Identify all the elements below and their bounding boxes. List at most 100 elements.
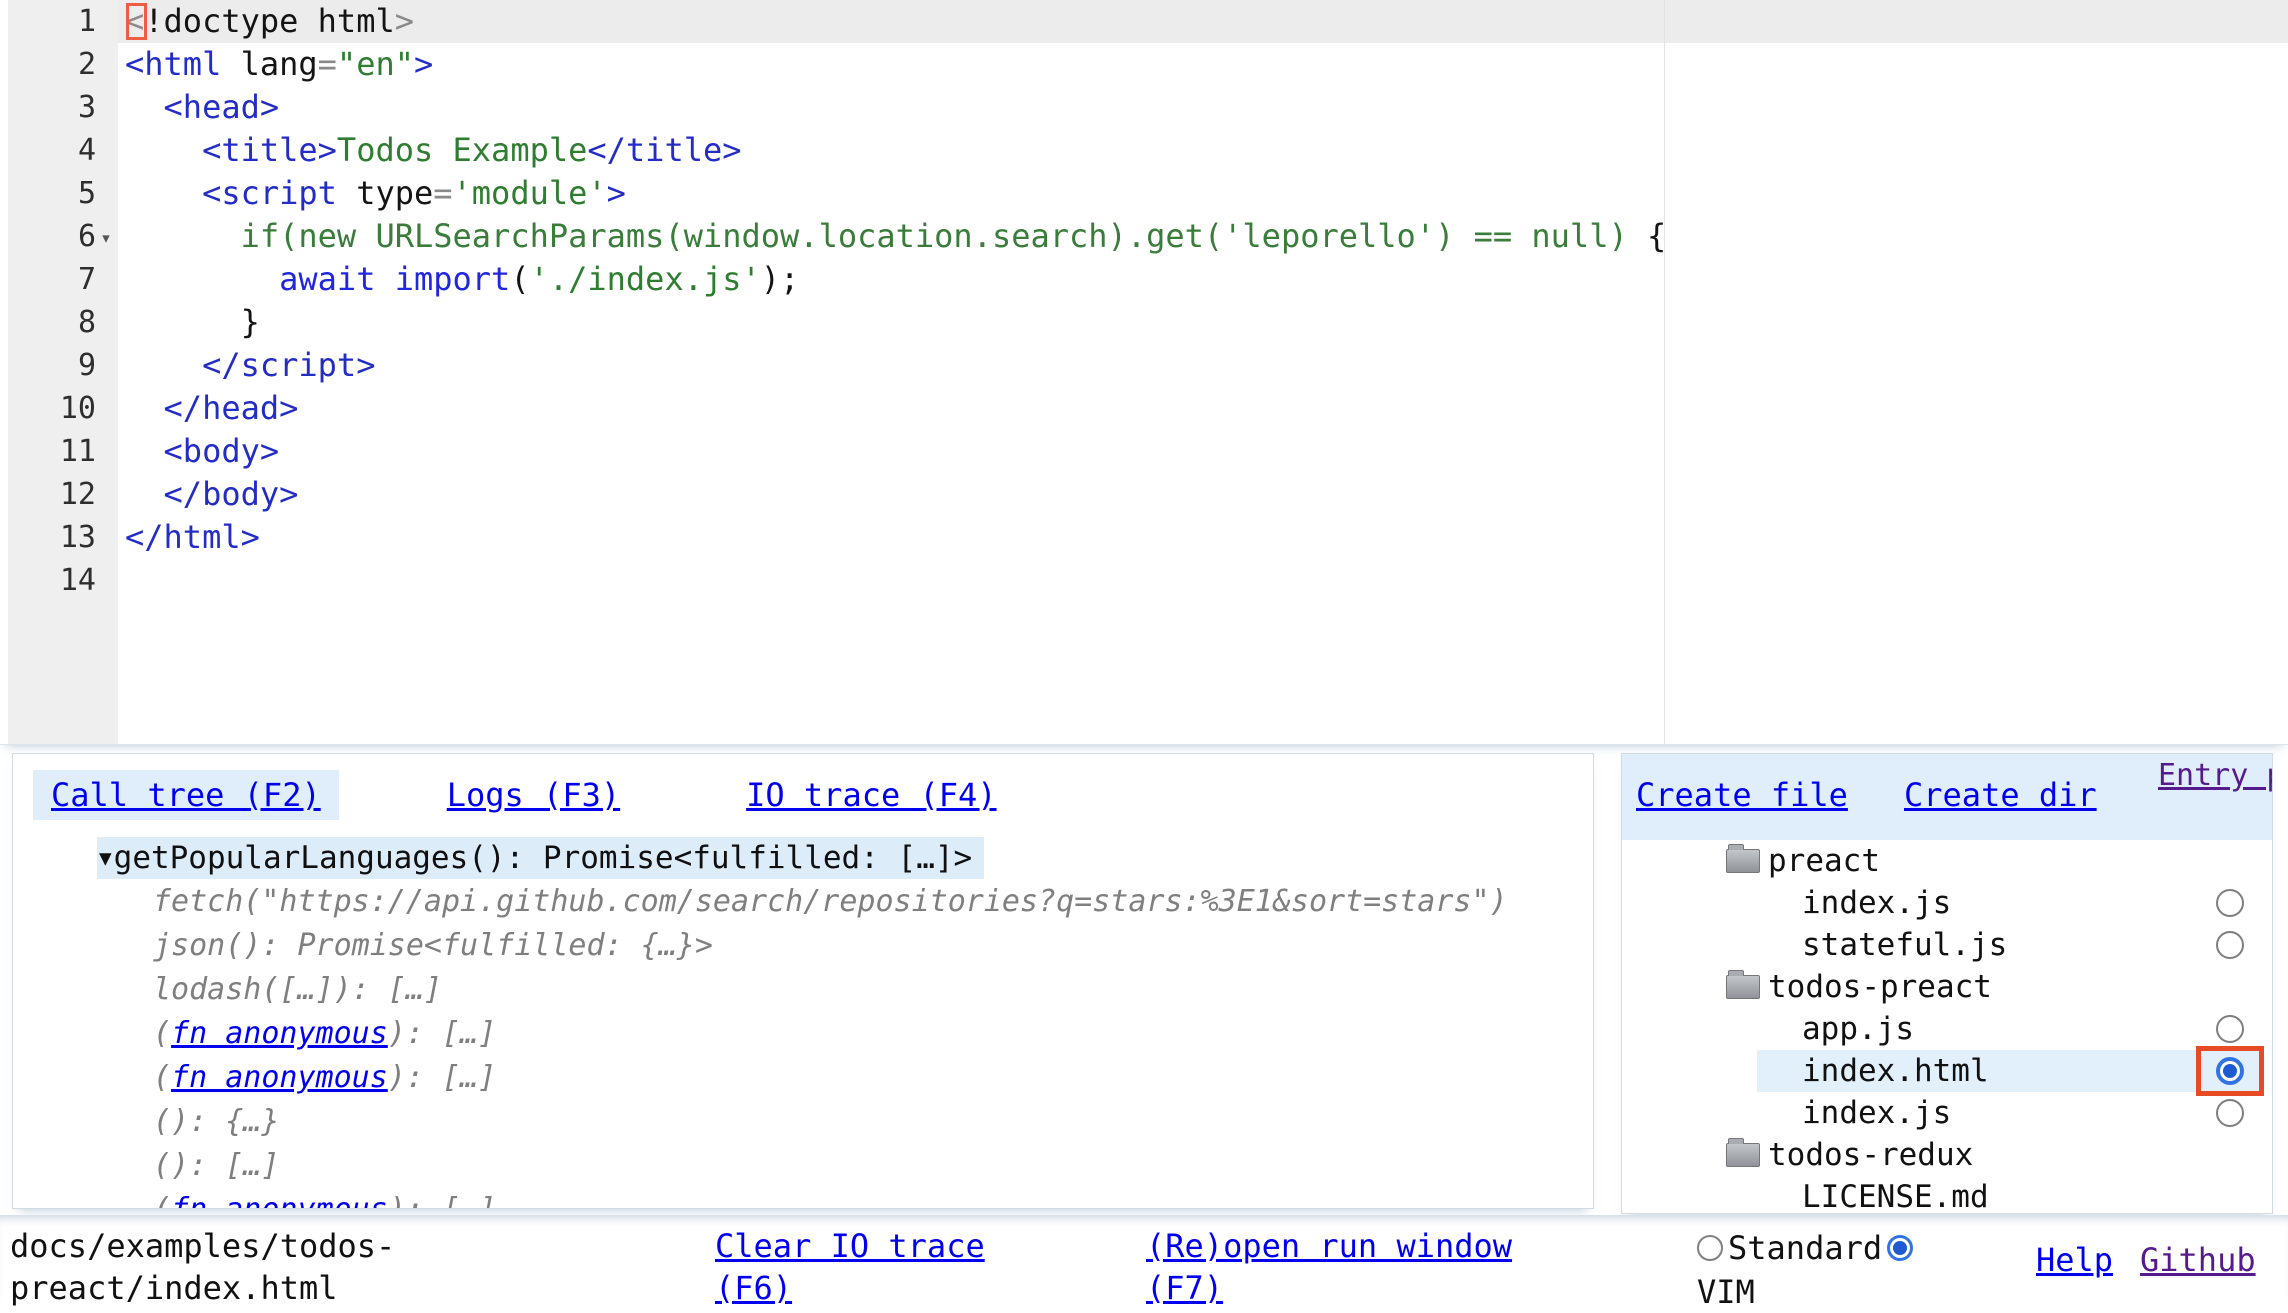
code-text: <script type='module'> — [116, 172, 626, 215]
calltree-panel: Call tree (F2) Logs (F3) IO trace (F4) ▼ge… — [12, 753, 1594, 1209]
folder-icon — [1726, 975, 1760, 999]
calltree-fn-anonymous-link[interactable]: fn anonymous — [171, 1060, 388, 1095]
code-text: if(new URLSearchParams(window.location.s… — [116, 215, 1666, 258]
fold-gutter — [96, 516, 116, 559]
line-number: 11 — [8, 430, 96, 473]
code-line: 6▾ if(new URLSearchParams(window.locatio… — [8, 215, 2288, 258]
code-line: 4 <title>Todos Example</title> — [8, 129, 2288, 172]
code-text: <body> — [116, 430, 279, 473]
file-name-label: todos-redux — [1768, 1137, 1973, 1173]
fold-gutter — [96, 129, 116, 172]
standard-mode-label: Standard — [1728, 1227, 1882, 1269]
create-dir-link[interactable]: Create dir — [1904, 776, 2097, 814]
vim-mode-radio[interactable] — [1887, 1235, 1913, 1261]
code-line: 10 </head> — [8, 387, 2288, 430]
calltree-row[interactable]: (fn anonymous): […] — [13, 1188, 1593, 1209]
entry-point-radio[interactable] — [2216, 931, 2244, 959]
calltree-row[interactable]: (): {…} — [13, 1100, 1593, 1144]
calltree-row[interactable]: ▼getPopularLanguages(): Promise<fulfille… — [13, 836, 1593, 880]
github-link[interactable]: Github — [2140, 1239, 2256, 1281]
calltree-row[interactable]: (): […] — [13, 1144, 1593, 1188]
reopen-run-window-link[interactable]: (Re)open run window (F7) — [1146, 1225, 1538, 1309]
calltree-root-call: getPopularLanguages(): Promise<fulfilled… — [114, 840, 973, 876]
calltree-row[interactable]: json(): Promise<fulfilled: {…}> — [13, 924, 1593, 968]
file-name-label: index.js — [1802, 885, 1951, 921]
code-line: 7 await import('./index.js'); — [8, 258, 2288, 301]
code-line: 12 </body> — [8, 473, 2288, 516]
calltree-row[interactable]: (fn anonymous): […] — [13, 1012, 1593, 1056]
file-tree-file-row[interactable]: index.js — [1622, 882, 2272, 924]
code-editor[interactable]: 1 <!doctype html>2<html lang="en">3 <head… — [0, 0, 2288, 745]
file-tree-dir-row[interactable]: todos-preact — [1622, 966, 2272, 1008]
calltree-rows: ▼getPopularLanguages(): Promise<fulfille… — [13, 836, 1593, 1209]
code-line: 2<html lang="en"> — [8, 43, 2288, 86]
code-text: <title>Todos Example</title> — [116, 129, 742, 172]
tab-io-trace-f4[interactable]: IO trace (F4) — [728, 770, 1014, 820]
tab-call-tree-f2[interactable]: Call tree (F2) — [33, 770, 339, 820]
fold-gutter — [96, 344, 116, 387]
standard-mode-radio[interactable] — [1697, 1235, 1723, 1261]
file-tree-panel: Create file Create dir Entry point preac… — [1621, 753, 2273, 1214]
calltree-fn-anonymous-link[interactable]: fn anonymous — [171, 1016, 388, 1051]
file-tree-file-row[interactable]: stateful.js — [1622, 924, 2272, 966]
code-text: <html lang="en"> — [116, 43, 433, 86]
status-bar: docs/examples/todos-preact/index.html Cl… — [0, 1215, 2288, 1302]
code-text: await import('./index.js'); — [116, 258, 799, 301]
fold-gutter — [96, 473, 116, 516]
code-text — [116, 559, 125, 602]
fold-gutter — [96, 430, 116, 473]
entry-point-focus-ring — [2196, 1046, 2264, 1096]
code-text: </head> — [116, 387, 298, 430]
calltree-row[interactable]: lodash([…]): […] — [13, 968, 1593, 1012]
expander-triangle-icon[interactable]: ▼ — [99, 846, 112, 870]
code-line: 1 <!doctype html> — [8, 0, 2288, 43]
help-link[interactable]: Help — [2036, 1239, 2113, 1281]
keyboard-mode-switch: Standard VIM — [1697, 1227, 1947, 1313]
file-panel-header: Create file Create dir Entry point — [1622, 754, 2272, 840]
file-tree-dir-row[interactable]: preact — [1622, 840, 2272, 882]
code-line: 13</html> — [8, 516, 2288, 559]
entry-point-radio[interactable] — [2216, 889, 2244, 917]
file-name-label: preact — [1768, 843, 1880, 879]
line-number: 5 — [8, 172, 96, 215]
code-text: <head> — [116, 86, 279, 129]
file-name-label: LICENSE.md — [1802, 1179, 1989, 1214]
code-text: <!doctype html> — [116, 0, 414, 43]
fold-marker-icon[interactable]: ▾ — [96, 215, 116, 258]
clear-io-trace-link[interactable]: Clear IO trace (F6) — [715, 1225, 1015, 1309]
code-line: 14 — [8, 559, 2288, 602]
calltree-row[interactable]: fetch("https://api.github.com/search/rep… — [13, 880, 1593, 924]
line-number: 13 — [8, 516, 96, 559]
fold-gutter — [96, 387, 116, 430]
line-number: 8 — [8, 301, 96, 344]
line-number: 10 — [8, 387, 96, 430]
line-number: 4 — [8, 129, 96, 172]
file-tree-file-row[interactable]: index.html — [1622, 1050, 2272, 1092]
calltree-row[interactable]: (fn anonymous): […] — [13, 1056, 1593, 1100]
file-name-label: index.js — [1802, 1095, 1951, 1131]
folder-icon — [1726, 1143, 1760, 1167]
file-tree-file-row[interactable]: app.js — [1622, 1008, 2272, 1050]
line-number: 6 — [8, 215, 96, 258]
line-number: 3 — [8, 86, 96, 129]
file-tree-dir-row[interactable]: todos-redux — [1622, 1134, 2272, 1176]
tab-logs-f3[interactable]: Logs (F3) — [429, 770, 638, 820]
entry-point-radio[interactable] — [2216, 1015, 2244, 1043]
calltree-fn-anonymous-link[interactable]: fn anonymous — [171, 1192, 388, 1209]
line-number: 1 — [8, 0, 96, 43]
file-tree-file-row[interactable]: index.js — [1622, 1092, 2272, 1134]
line-number: 14 — [8, 559, 96, 602]
code-line: 11 <body> — [8, 430, 2288, 473]
vim-mode-label: VIM — [1697, 1271, 1755, 1313]
code-text: } — [116, 301, 260, 344]
entry-point-column-header[interactable]: Entry point — [2158, 756, 2264, 796]
fold-gutter — [96, 0, 116, 43]
line-number: 9 — [8, 344, 96, 387]
file-tree-rows: preactindex.jsstateful.jstodos-preactapp… — [1622, 840, 2272, 1214]
entry-point-radio[interactable] — [2216, 1099, 2244, 1127]
file-tree-file-row[interactable]: LICENSE.md — [1622, 1176, 2272, 1214]
fold-gutter — [96, 559, 116, 602]
fold-gutter — [96, 258, 116, 301]
create-file-link[interactable]: Create file — [1636, 776, 1848, 814]
fold-gutter — [96, 86, 116, 129]
